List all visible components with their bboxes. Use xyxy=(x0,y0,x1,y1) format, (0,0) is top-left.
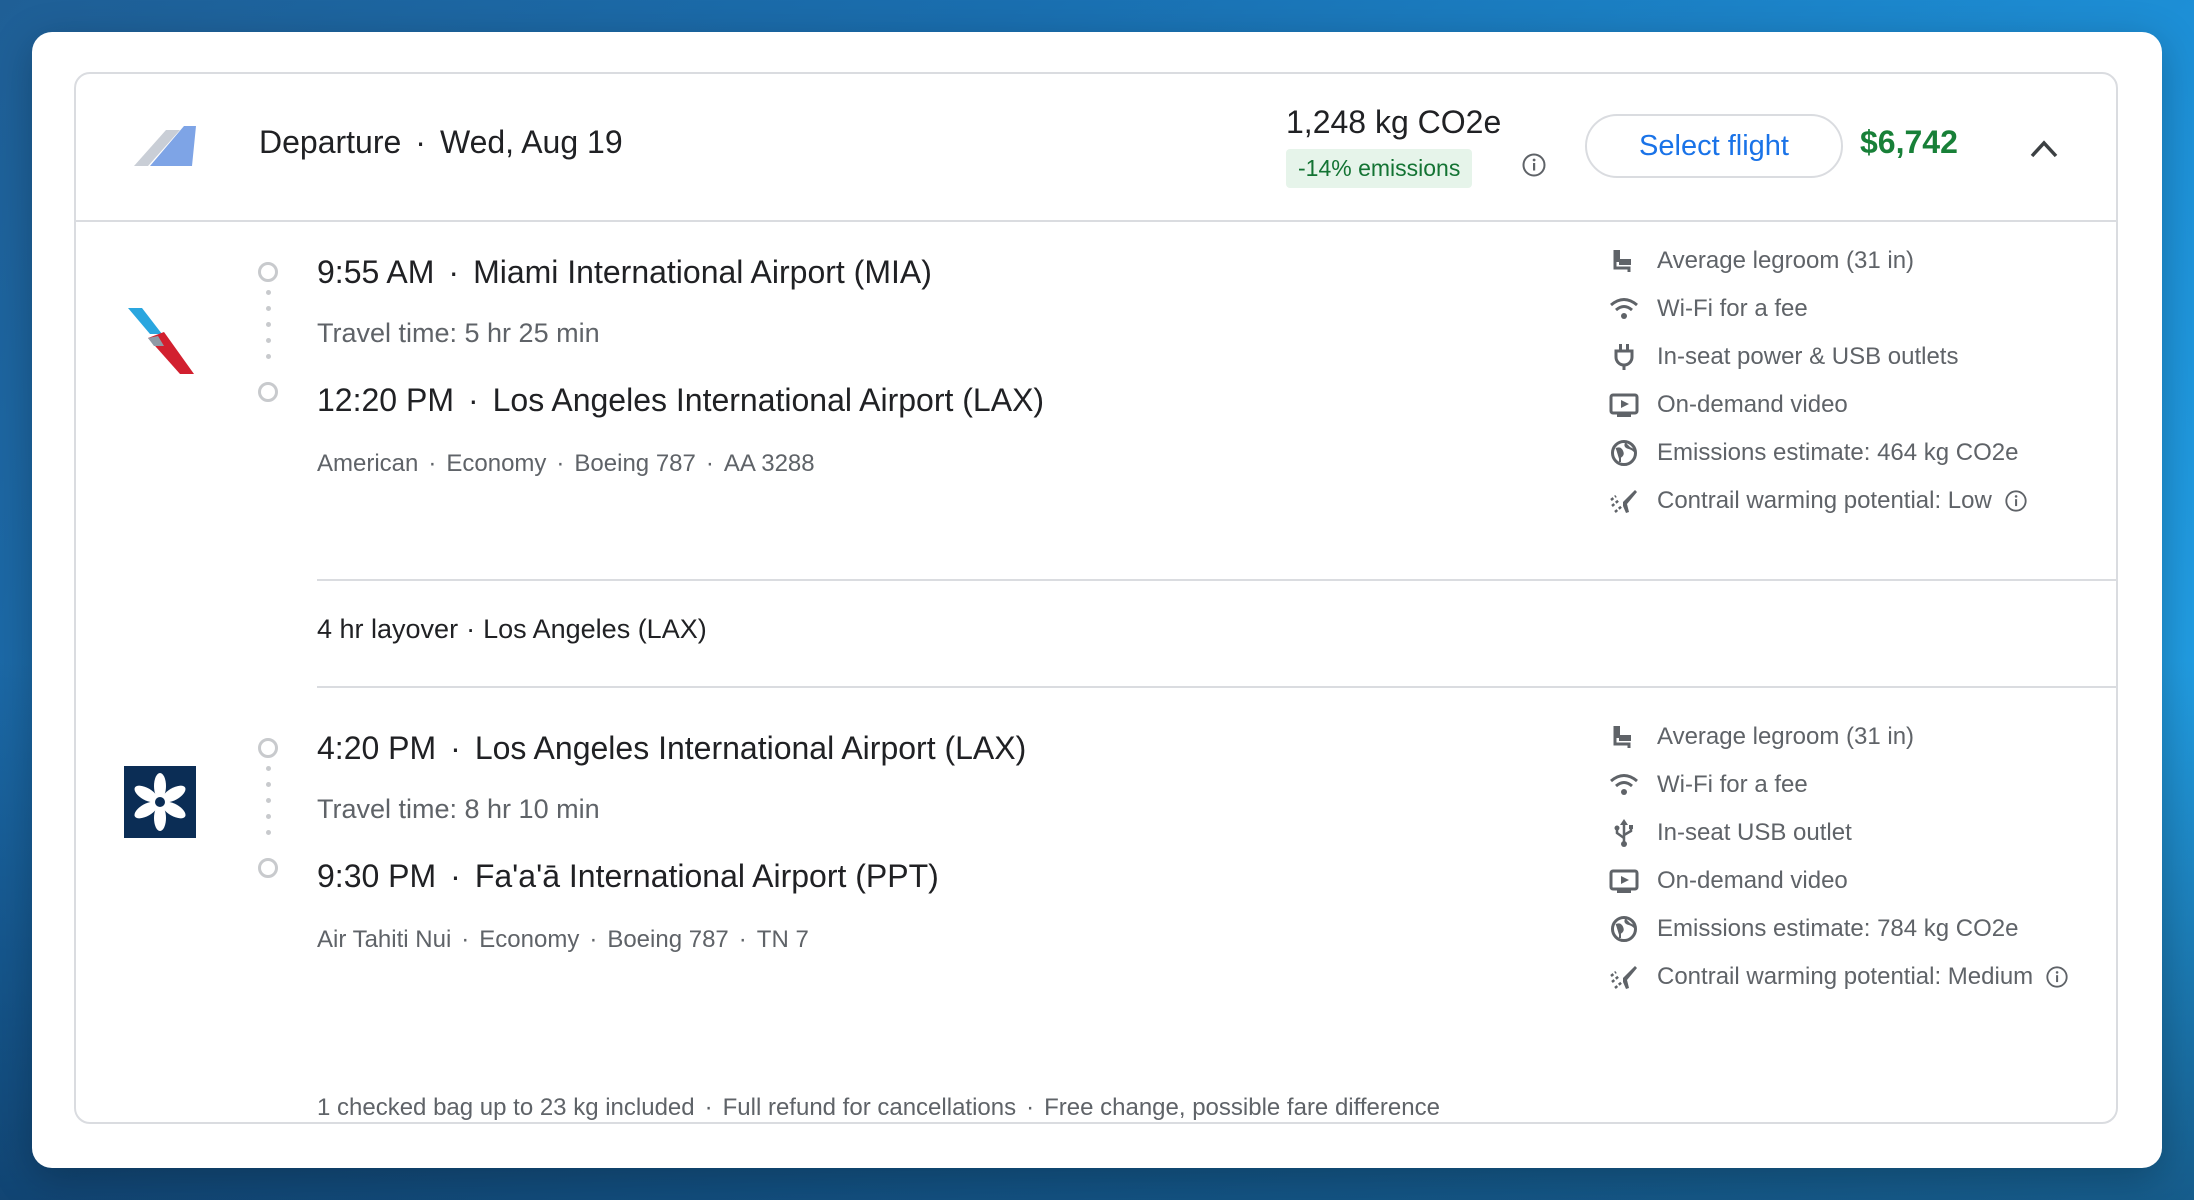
departure-airport: Miami International Airport (MIA) xyxy=(473,254,932,290)
departure-time: 4:20 PM xyxy=(317,730,437,766)
contrail-icon xyxy=(1609,486,1639,516)
globe-icon xyxy=(1609,438,1639,468)
contrail-icon xyxy=(1609,962,1639,992)
segment-timeline xyxy=(258,262,282,412)
departure-stop: 4:20 PM · Los Angeles International Airpor… xyxy=(317,730,1027,766)
chevron-up-icon[interactable] xyxy=(2028,136,2060,160)
amenity-power: In-seat power & USB outlets xyxy=(1609,340,1958,374)
co2-total: 1,248 kg CO2e xyxy=(1286,104,1502,140)
price: $6,742 xyxy=(1860,124,1958,160)
airline-name: American xyxy=(317,450,419,477)
divider xyxy=(317,579,2116,581)
departure-title: Departure · Wed, Aug 19 xyxy=(259,124,623,160)
flight-card: Departure · Wed, Aug 19 1,248 kg CO2e -14%… xyxy=(74,72,2118,1124)
departure-stop: 9:55 AM · Miami International Airport (MIA… xyxy=(317,254,932,290)
arrival-stop: 12:20 PM · Los Angeles International Airpo… xyxy=(317,382,1045,418)
amenity-emissions: Emissions estimate: 784 kg CO2e xyxy=(1609,912,2019,946)
departure-date: Wed, Aug 19 xyxy=(439,124,623,160)
flight-details-window: Departure · Wed, Aug 19 1,248 kg CO2e -14%… xyxy=(32,32,2162,1168)
fare-policy-note: 1 checked bag up to 23 kg included · Full … xyxy=(317,1094,1440,1121)
flight-number: TN 7 xyxy=(756,926,809,953)
info-icon[interactable] xyxy=(2004,489,2028,513)
flight-card-header[interactable]: Departure · Wed, Aug 19 1,248 kg CO2e -14%… xyxy=(76,74,2116,222)
emissions-badge: -14% emissions xyxy=(1286,149,1473,188)
amenity-contrail: Contrail warming potential: Low xyxy=(1609,484,2028,518)
layover-duration: 4 hr layover xyxy=(317,614,459,644)
departure-label: Departure xyxy=(259,124,402,160)
arrival-stop: 9:30 PM · Fa'a'ā International Airport (PP… xyxy=(317,858,939,894)
layover-location: Los Angeles (LAX) xyxy=(483,614,707,644)
cabin-class: Economy xyxy=(446,450,547,477)
usb-icon xyxy=(1609,818,1639,848)
air-tahiti-nui-logo xyxy=(124,766,196,838)
baggage-policy: 1 checked bag up to 23 kg included xyxy=(317,1094,695,1121)
arrival-airport: Fa'a'ā International Airport (PPT) xyxy=(474,858,939,894)
legroom-icon xyxy=(1609,722,1639,752)
info-icon[interactable] xyxy=(2045,965,2069,989)
wifi-icon xyxy=(1609,294,1639,324)
amenity-wifi: Wi-Fi for a fee xyxy=(1609,768,1808,802)
flight-segment-1: 9:55 AM · Miami International Airport (MIA… xyxy=(76,222,2116,622)
refund-policy: Full refund for cancellations xyxy=(722,1094,1017,1121)
info-icon[interactable] xyxy=(1521,152,1547,178)
segment-meta: American · Economy · Boeing 787 · AA 3288 xyxy=(317,450,815,477)
arrival-airport: Los Angeles International Airport (LAX) xyxy=(492,382,1045,418)
amenity-usb: In-seat USB outlet xyxy=(1609,816,1852,850)
select-flight-button[interactable]: Select flight xyxy=(1585,114,1843,178)
segment-meta: Air Tahiti Nui · Economy · Boeing 787 · TN 7 xyxy=(317,926,809,953)
flight-number: AA 3288 xyxy=(723,450,815,477)
arrival-time: 12:20 PM xyxy=(317,382,454,418)
departure-time: 9:55 AM xyxy=(317,254,435,290)
legroom-icon xyxy=(1609,246,1639,276)
amenity-wifi: Wi-Fi for a fee xyxy=(1609,292,1808,326)
arrival-time: 9:30 PM xyxy=(317,858,437,894)
aircraft: Boeing 787 xyxy=(574,450,696,477)
airline-name: Air Tahiti Nui xyxy=(317,926,452,953)
departure-airport: Los Angeles International Airport (LAX) xyxy=(474,730,1027,766)
travel-time: Travel time: 5 hr 25 min xyxy=(317,318,600,348)
amenity-emissions: Emissions estimate: 464 kg CO2e xyxy=(1609,436,2019,470)
change-policy: Free change, possible fare difference xyxy=(1044,1094,1440,1121)
flight-segment-2: 4:20 PM · Los Angeles International Airpor… xyxy=(76,686,2116,1026)
amenity-legroom: Average legroom (31 in) xyxy=(1609,244,1914,278)
aircraft: Boeing 787 xyxy=(607,926,729,953)
american-airlines-logo xyxy=(128,308,194,374)
multi-airline-logo-icon xyxy=(134,126,196,166)
segment-timeline xyxy=(258,738,282,888)
cabin-class: Economy xyxy=(479,926,580,953)
power-plug-icon xyxy=(1609,342,1639,372)
emissions-summary: 1,248 kg CO2e -14% emissions xyxy=(1286,104,1506,188)
amenity-legroom: Average legroom (31 in) xyxy=(1609,720,1914,754)
video-icon xyxy=(1609,390,1639,420)
travel-time: Travel time: 8 hr 10 min xyxy=(317,794,600,824)
globe-icon xyxy=(1609,914,1639,944)
layover-info: 4 hr layover · Los Angeles (LAX) xyxy=(317,614,707,644)
amenity-video: On-demand video xyxy=(1609,864,1848,898)
wifi-icon xyxy=(1609,770,1639,800)
video-icon xyxy=(1609,866,1639,896)
amenity-video: On-demand video xyxy=(1609,388,1848,422)
amenity-contrail: Contrail warming potential: Medium xyxy=(1609,960,2069,994)
